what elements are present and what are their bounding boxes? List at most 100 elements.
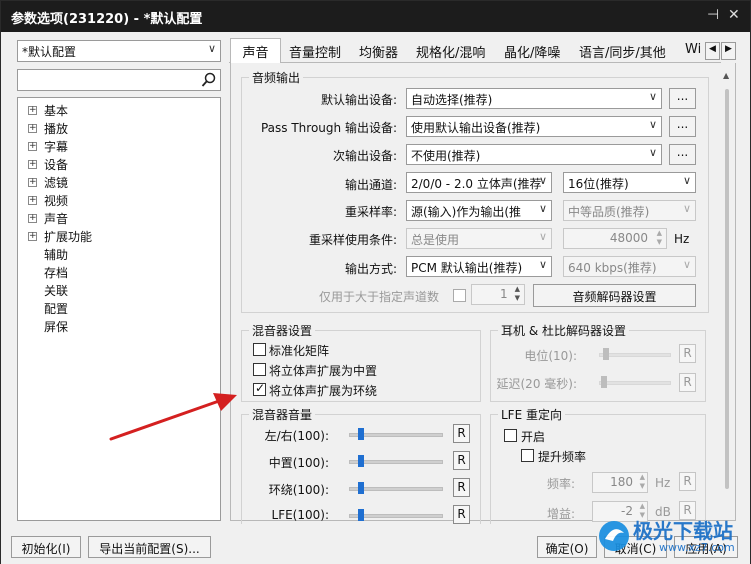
tree-item[interactable]: 滤镜 <box>44 174 68 191</box>
tab-normalize-reverb[interactable]: 规格化/混响 <box>416 39 485 63</box>
level-slider-thumb[interactable] <box>603 348 609 360</box>
spinner-arrows-icon[interactable]: ▲ ▼ <box>515 285 520 303</box>
tree-item[interactable]: 基本 <box>44 102 68 119</box>
window-title: 参数选项(231220) - *默认配置 <box>11 12 203 27</box>
chevron-down-icon: ∨ <box>538 258 547 271</box>
secondary-device-more-button[interactable]: ... <box>669 144 696 165</box>
category-tree[interactable]: + 基本 + 播放 + 字幕 + 设备 + 滤镜 + 视频 + 声音 + 扩展功能 辅助 存档 关联 配置 屏保 <box>17 97 221 521</box>
tree-item[interactable]: 配置 <box>44 300 68 317</box>
search-box[interactable] <box>17 69 221 91</box>
tab-volume-control[interactable]: 音量控制 <box>289 39 341 63</box>
channels-spinner[interactable]: 1 ▲ ▼ <box>471 284 525 305</box>
content-scrollbar[interactable]: ▲ <box>720 67 734 519</box>
select-value: 总是使用 <box>411 233 460 247</box>
mixer-option-checkbox[interactable] <box>253 343 266 356</box>
default-device-more-button[interactable]: ... <box>669 88 696 109</box>
volume-reset-button[interactable]: R <box>453 478 470 497</box>
search-input[interactable] <box>21 71 201 89</box>
tree-expand-icon[interactable]: + <box>28 214 37 223</box>
bitrate-select[interactable]: 640 kbps(推荐) ∨ <box>563 256 696 277</box>
delay-slider-thumb[interactable] <box>601 376 607 388</box>
audio-decoder-settings-button[interactable]: 音频解码器设置 <box>533 284 696 307</box>
delay-label: 延迟(20 毫秒): <box>496 377 578 391</box>
init-button[interactable]: 初始化(I) <box>11 536 81 558</box>
tree-expand-icon[interactable]: + <box>28 196 37 205</box>
tree-item[interactable]: 屏保 <box>44 318 68 335</box>
lfe-enable-label: 开启 <box>521 430 546 444</box>
volume-reset-button[interactable]: R <box>453 505 470 524</box>
default-device-select[interactable]: 自动选择(推荐) ∨ <box>406 88 662 109</box>
tab-scroll-right-button[interactable]: ▶ <box>721 42 736 60</box>
passthrough-select[interactable]: 使用默认输出设备(推荐) ∨ <box>406 116 662 137</box>
tab-language-sync[interactable]: 语言/同步/其他 <box>579 39 666 63</box>
tab-partial[interactable]: Wi <box>685 39 703 63</box>
tab-scroll-left-button[interactable]: ◀ <box>705 42 720 60</box>
close-icon[interactable]: ✕ <box>728 7 740 23</box>
lfe-boost-checkbox[interactable] <box>521 449 534 462</box>
volume-label: LFE(100): <box>271 508 329 522</box>
volume-slider-thumb[interactable] <box>358 509 365 521</box>
level-slider[interactable] <box>599 353 671 357</box>
annotation-arrow-icon <box>109 393 237 441</box>
resample-condition-select[interactable]: 总是使用 ∨ <box>406 228 552 249</box>
channel-select[interactable]: 2/0/0 - 2.0 立体声(推荐 ∨ <box>406 172 552 193</box>
volume-reset-button[interactable]: R <box>453 424 470 443</box>
lfe-enable-checkbox[interactable] <box>504 429 517 442</box>
tab-label: 规格化/混响 <box>416 46 486 61</box>
tab-equalizer[interactable]: 均衡器 <box>359 39 398 63</box>
tree-item[interactable]: 辅助 <box>44 246 68 263</box>
only-channels-checkbox[interactable] <box>453 289 466 302</box>
spinner-arrows-icon[interactable]: ▲ ▼ <box>640 473 645 491</box>
profile-select[interactable]: *默认配置 ∨ <box>17 40 221 62</box>
mixer-option-label: 将立体声扩展为环绕 <box>269 384 378 398</box>
tree-item[interactable]: 设备 <box>44 156 68 173</box>
watermark: 极光下载站 www.xz7.com <box>597 513 747 561</box>
scroll-thumb[interactable] <box>725 89 729 489</box>
mixer-option-checkbox[interactable] <box>253 363 266 376</box>
secondary-device-select[interactable]: 不使用(推荐) ∨ <box>406 144 662 165</box>
volume-slider-thumb[interactable] <box>358 482 365 494</box>
tree-item[interactable]: 字幕 <box>44 138 68 155</box>
tree-expand-icon[interactable]: + <box>28 142 37 151</box>
tree-item[interactable]: 声音 <box>44 210 68 227</box>
tree-item[interactable]: 扩展功能 <box>44 228 92 245</box>
tree-item[interactable]: 存档 <box>44 264 68 281</box>
output-mode-select[interactable]: PCM 默认输出(推荐) ∨ <box>406 256 552 277</box>
lfe-freq-reset-button[interactable]: R <box>679 472 696 491</box>
tree-expand-icon[interactable]: + <box>28 106 37 115</box>
spinner-value: 48000 <box>609 231 648 245</box>
tree-expand-icon[interactable]: + <box>28 124 37 133</box>
tree-item[interactable]: 关联 <box>44 282 68 299</box>
tab-crystal-denoise[interactable]: 晶化/降噪 <box>504 39 560 63</box>
volume-slider-thumb[interactable] <box>358 455 365 467</box>
lfe-freq-spinner[interactable]: 180 ▲ ▼ <box>592 472 648 493</box>
select-value: 中等品质(推荐) <box>568 205 650 219</box>
spinner-arrows-icon[interactable]: ▲ ▼ <box>657 229 662 247</box>
search-icon[interactable] <box>201 72 217 88</box>
resample-quality-select[interactable]: 中等品质(推荐) ∨ <box>563 200 696 221</box>
chevron-down-icon: ∨ <box>682 258 691 271</box>
bit-depth-select[interactable]: 16位(推荐) ∨ <box>563 172 696 193</box>
ok-button[interactable]: 确定(O) <box>537 536 597 558</box>
tree-item[interactable]: 播放 <box>44 120 68 137</box>
mixer-settings-title: 混音器设置 <box>249 322 316 339</box>
delay-slider[interactable] <box>599 381 671 385</box>
resample-select[interactable]: 源(输入)作为输出(推 ∨ <box>406 200 552 221</box>
pin-icon[interactable]: ⊣ <box>707 7 719 23</box>
export-config-button[interactable]: 导出当前配置(S)... <box>88 536 211 558</box>
channel-label: 输出通道: <box>344 178 397 192</box>
mixer-option-checkbox[interactable] <box>253 381 266 396</box>
tree-expand-icon[interactable]: + <box>28 232 37 241</box>
sample-rate-spinner[interactable]: 48000 ▲ ▼ <box>563 228 667 249</box>
delay-reset-button[interactable]: R <box>679 373 696 392</box>
tab-sound[interactable]: 声音 <box>230 38 281 63</box>
resample-condition-label: 重采样使用条件: <box>308 233 397 247</box>
tree-expand-icon[interactable]: + <box>28 178 37 187</box>
level-reset-button[interactable]: R <box>679 344 696 363</box>
volume-slider-thumb[interactable] <box>358 428 365 440</box>
passthrough-more-button[interactable]: ... <box>669 116 696 137</box>
tree-expand-icon[interactable]: + <box>28 160 37 169</box>
volume-reset-button[interactable]: R <box>453 451 470 470</box>
tree-item[interactable]: 视频 <box>44 192 68 209</box>
scroll-up-icon[interactable]: ▲ <box>723 71 729 80</box>
